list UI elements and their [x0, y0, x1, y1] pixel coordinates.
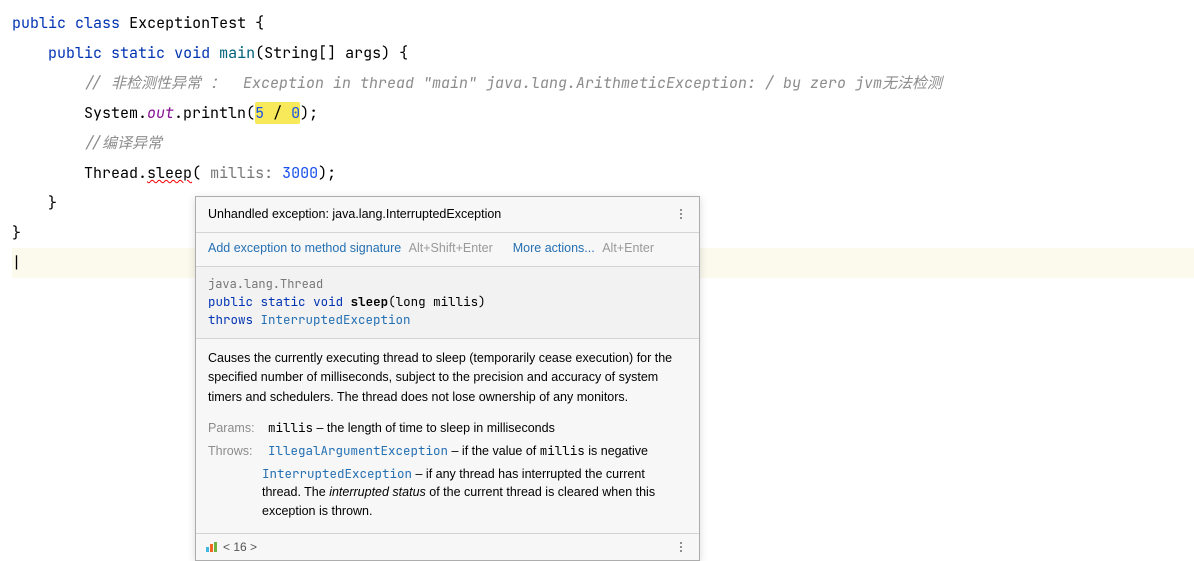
keyword: public: [48, 43, 102, 63]
error-message: Unhandled exception: java.lang.Interrupt…: [208, 205, 501, 224]
code-line[interactable]: // 非检测性异常 ： Exception in thread "main" j…: [12, 68, 1194, 98]
signature-section: java.lang.Thread public static void slee…: [196, 267, 699, 340]
exception-link[interactable]: IllegalArgumentException: [268, 442, 448, 459]
add-exception-link[interactable]: Add exception to method signature: [208, 241, 401, 255]
keyword: public: [12, 13, 66, 33]
method-name: main: [219, 43, 255, 63]
params-section: Params: millis – the length of time to s…: [196, 417, 699, 533]
keyword: throws: [208, 311, 253, 328]
more-icon[interactable]: [673, 206, 689, 222]
parameter-hint: millis:: [210, 163, 282, 183]
params: (String[] args) {: [255, 43, 408, 63]
number: 3000: [282, 163, 318, 183]
sig-class: java.lang.Thread: [208, 275, 687, 293]
error-call: sleep: [147, 163, 192, 183]
code-line[interactable]: public static void main(String[] args) {: [12, 38, 1194, 68]
nav-text[interactable]: < 16 >: [223, 538, 257, 556]
method-name: sleep: [351, 293, 389, 310]
text: );: [318, 163, 336, 183]
keyword: void: [174, 43, 210, 63]
param-row: Params: millis – the length of time to s…: [208, 419, 687, 438]
keyword: class: [75, 13, 120, 33]
throws-row: Throws: IllegalArgumentException – if th…: [208, 442, 687, 461]
shortcut: Alt+Shift+Enter: [409, 241, 493, 255]
chart-icon[interactable]: [206, 542, 217, 552]
quick-fix-actions: Add exception to method signature Alt+Sh…: [196, 233, 699, 267]
code-line[interactable]: public class ExceptionTest {: [12, 8, 1194, 38]
exception-link[interactable]: InterruptedException: [261, 311, 411, 328]
throws-text: IllegalArgumentException – if the value …: [268, 442, 648, 461]
text: System.: [84, 103, 147, 123]
params-label: Params:: [208, 419, 262, 438]
static-field: out: [147, 103, 174, 123]
description: Causes the currently executing thread to…: [196, 339, 699, 417]
throws-text: InterruptedException – if any thread has…: [262, 465, 687, 521]
text: (: [192, 163, 210, 183]
sig-params: (long millis): [388, 293, 486, 310]
keyword: void: [313, 293, 343, 310]
op: /: [273, 103, 282, 123]
throws-row: InterruptedException – if any thread has…: [208, 465, 687, 521]
param-text: millis – the length of time to sleep in …: [268, 419, 555, 438]
text: Thread.: [84, 163, 147, 183]
number: 0: [282, 103, 300, 123]
keyword: public: [208, 293, 253, 310]
text: );: [300, 103, 318, 123]
number: 5: [255, 103, 273, 123]
code-line[interactable]: System.out.println(5 / 0);: [12, 98, 1194, 128]
sig-line: public static void sleep(long millis): [208, 293, 687, 312]
documentation-popup: Unhandled exception: java.lang.Interrupt…: [195, 196, 700, 561]
popup-header: Unhandled exception: java.lang.Interrupt…: [196, 197, 699, 233]
popup-footer: < 16 >: [196, 533, 699, 560]
caret: |: [12, 253, 21, 273]
throws-label: Throws:: [208, 442, 262, 461]
brace: {: [246, 13, 264, 33]
class-name: ExceptionTest: [129, 13, 246, 33]
keyword: static: [111, 43, 165, 63]
more-actions-link[interactable]: More actions...: [513, 241, 595, 255]
exception-link[interactable]: InterruptedException: [262, 465, 412, 482]
text: .println(: [174, 103, 255, 123]
code-line[interactable]: Thread.sleep( millis: 3000);: [12, 158, 1194, 188]
shortcut: Alt+Enter: [602, 241, 654, 255]
brace: }: [12, 193, 57, 213]
sig-throws: throws InterruptedException: [208, 311, 687, 330]
code-line[interactable]: //编译异常: [12, 128, 1194, 158]
brace: }: [12, 223, 21, 243]
more-icon[interactable]: [673, 539, 689, 555]
comment: //编译异常: [84, 133, 162, 153]
comment: // 非检测性异常 ： Exception in thread "main" j…: [84, 73, 942, 93]
keyword: static: [261, 293, 306, 310]
